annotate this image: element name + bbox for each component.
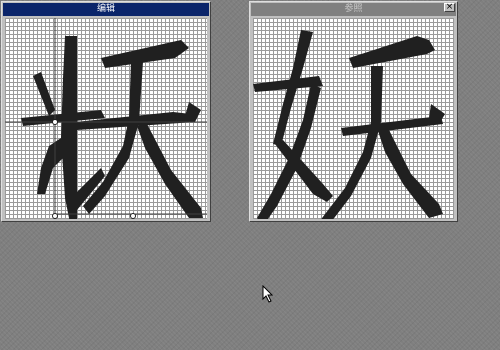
edit-stroke-left-dot xyxy=(33,72,55,116)
close-icon: × xyxy=(445,2,454,12)
edit-handle-bottom xyxy=(130,213,136,219)
reference-window-title: 参照 xyxy=(344,4,363,14)
edit-glyph-canvas[interactable] xyxy=(5,18,207,219)
arrow-cursor-icon xyxy=(262,285,274,303)
edit-handle-left xyxy=(52,119,58,125)
ref-stroke-top-pie xyxy=(349,36,435,68)
reference-window-titlebar[interactable]: 参照 xyxy=(251,3,456,16)
edit-window-titlebar[interactable]: 编辑 xyxy=(3,3,209,16)
edit-stroke-right-falling xyxy=(137,124,203,218)
ref-stroke-horizontal xyxy=(341,116,443,136)
reference-window[interactable]: 参照 × xyxy=(249,1,458,222)
edit-stroke-vertical xyxy=(61,36,77,219)
edit-stroke-lower-left xyxy=(37,138,65,194)
edit-handle-corner xyxy=(52,213,58,219)
ref-stroke-right-falling xyxy=(377,126,443,218)
edit-stroke-top-pie xyxy=(101,40,189,68)
edit-window[interactable]: 编辑 xyxy=(1,1,211,222)
close-button[interactable]: × xyxy=(444,3,455,12)
edit-window-title: 编辑 xyxy=(96,4,115,14)
reference-glyph-canvas xyxy=(253,18,454,219)
